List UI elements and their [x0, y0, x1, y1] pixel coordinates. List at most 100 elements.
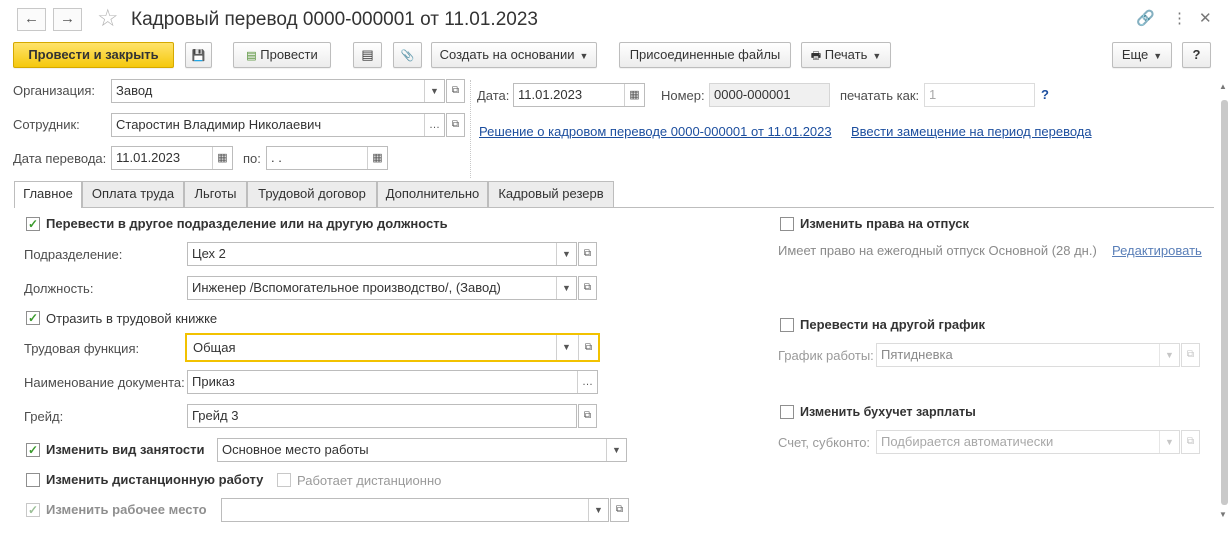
calendar-icon[interactable]: ▦: [367, 147, 387, 169]
select-ellipsis-button[interactable]: …: [577, 371, 597, 393]
account-field[interactable]: Подбирается автоматически ▼: [876, 430, 1180, 454]
chevron-down-icon[interactable]: ▼: [556, 243, 576, 265]
save-button[interactable]: 💾: [185, 42, 212, 68]
post-and-close-button[interactable]: Провести и закрыть: [13, 42, 174, 68]
chevron-down-icon[interactable]: ▼: [1159, 431, 1179, 453]
close-icon[interactable]: ✕: [1199, 10, 1212, 28]
workplace-check-label: Изменить рабочее место: [46, 502, 207, 517]
help-button[interactable]: ?: [1182, 42, 1211, 68]
open-position-button[interactable]: ⧉: [578, 276, 597, 300]
remote-checkbox[interactable]: [26, 473, 40, 487]
chevron-down-icon[interactable]: ▼: [556, 335, 576, 360]
post-button[interactable]: ▤ Провести: [233, 42, 331, 68]
edit-vacation-link[interactable]: Редактировать: [1112, 243, 1202, 258]
transfer-date-field[interactable]: 11.01.2023 ▦: [111, 146, 233, 170]
more-label: Еще: [1121, 47, 1149, 62]
chevron-down-icon[interactable]: ▼: [556, 277, 576, 299]
employment-checkbox[interactable]: ✓: [26, 443, 40, 457]
workplace-checkbox[interactable]: ✓: [26, 503, 40, 517]
employee-field[interactable]: Старостин Владимир Николаевич …: [111, 113, 445, 137]
transfer-check-label: Перевести в другое подразделение или на …: [46, 216, 448, 231]
create-based-on-button[interactable]: Создать на основании ▼: [431, 42, 597, 68]
transfer-checkbox[interactable]: ✓: [26, 217, 40, 231]
organization-value: Завод: [116, 83, 153, 98]
schedule-check-label: Перевести на другой график: [800, 317, 986, 332]
paperclip-icon: 📎: [400, 50, 415, 62]
employee-label: Сотрудник:: [13, 117, 80, 132]
labor-function-label: Трудовая функция:: [24, 341, 140, 356]
document-name-value: Приказ: [192, 374, 235, 389]
date-label: Дата:: [477, 88, 510, 103]
back-button[interactable]: ←: [17, 8, 46, 31]
more-vertical-icon[interactable]: ⋮: [1172, 10, 1187, 28]
open-labor-function-button[interactable]: ⧉: [578, 335, 598, 360]
accounting-checkbox[interactable]: [780, 405, 794, 419]
tab-main[interactable]: Главное: [14, 181, 82, 208]
tab-payment[interactable]: Оплата труда: [82, 181, 184, 207]
select-ellipsis-button[interactable]: …: [424, 114, 444, 136]
tab-benefits[interactable]: Льготы: [184, 181, 247, 207]
document-name-field[interactable]: Приказ …: [187, 370, 598, 394]
chevron-down-icon[interactable]: ▼: [606, 439, 626, 461]
tab-labor-contract[interactable]: Трудовой договор: [247, 181, 377, 207]
forward-button[interactable]: →: [53, 8, 82, 31]
open-grade-button[interactable]: ⧉: [578, 404, 597, 428]
scroll-up-arrow[interactable]: ▲: [1219, 82, 1227, 91]
tab-additional[interactable]: Дополнительно: [377, 181, 488, 207]
print-as-field[interactable]: 1: [924, 83, 1035, 107]
open-employee-button[interactable]: ⧉: [446, 113, 465, 137]
grade-label: Грейд:: [24, 409, 64, 424]
decision-link[interactable]: Решение о кадровом переводе 0000-000001 …: [479, 124, 832, 139]
position-label: Должность:: [24, 281, 94, 296]
substitute-link[interactable]: Ввести замещение на период перевода: [851, 124, 1092, 139]
number-field[interactable]: 0000-000001: [709, 83, 830, 107]
calendar-icon[interactable]: ▦: [624, 84, 644, 106]
create-based-on-label: Создать на основании: [439, 47, 575, 62]
open-department-button[interactable]: ⧉: [578, 242, 597, 266]
favorite-star-icon[interactable]: ☆: [97, 5, 119, 33]
workplace-field[interactable]: ▼: [221, 498, 609, 522]
print-as-help-button[interactable]: ?: [1041, 87, 1049, 102]
schedule-field[interactable]: Пятидневка ▼: [876, 343, 1180, 367]
print-button[interactable]: 🖶 Печать ▼: [801, 42, 891, 68]
workbook-checkbox[interactable]: ✓: [26, 311, 40, 325]
to-date-field[interactable]: . . ▦: [266, 146, 388, 170]
labor-function-value: Общая: [193, 340, 236, 355]
printer-icon: 🖶: [810, 50, 822, 62]
page-title: Кадровый перевод 0000-000001 от 11.01.20…: [131, 9, 538, 30]
post-icon: ▤: [246, 50, 257, 62]
print-as-value: 1: [929, 87, 937, 102]
chevron-down-icon[interactable]: ▼: [424, 80, 444, 102]
account-label: Счет, субконто:: [778, 435, 871, 450]
scrollbar-thumb[interactable]: [1221, 100, 1228, 505]
open-account-button[interactable]: ⧉: [1181, 430, 1200, 454]
list-button[interactable]: ▤: [353, 42, 382, 68]
account-value: Подбирается автоматически: [881, 434, 1054, 449]
more-button[interactable]: Еще ▼: [1112, 42, 1172, 68]
employment-type-field[interactable]: Основное место работы ▼: [217, 438, 627, 462]
tab-personnel-reserve[interactable]: Кадровый резерв: [488, 181, 614, 207]
schedule-checkbox[interactable]: [780, 318, 794, 332]
attach-button[interactable]: 📎: [393, 42, 422, 68]
link-icon[interactable]: 🔗: [1136, 10, 1155, 28]
open-organization-button[interactable]: ⧉: [446, 79, 465, 103]
labor-function-field[interactable]: Общая ▼ ⧉: [185, 333, 600, 362]
grade-value: Грейд 3: [192, 408, 239, 423]
organization-field[interactable]: Завод ▼: [111, 79, 445, 103]
position-field[interactable]: Инженер /Вспомогательное производство/, …: [187, 276, 577, 300]
date-field[interactable]: 11.01.2023 ▦: [513, 83, 645, 107]
list-icon: ▤: [361, 47, 374, 62]
calendar-icon[interactable]: ▦: [212, 147, 232, 169]
department-field[interactable]: Цех 2 ▼: [187, 242, 577, 266]
schedule-label: График работы:: [778, 348, 874, 363]
scroll-down-arrow[interactable]: ▼: [1219, 510, 1227, 519]
vacation-info-text: Имеет право на ежегодный отпуск Основной…: [778, 243, 1097, 258]
works-remotely-checkbox[interactable]: [277, 473, 291, 487]
open-workplace-button[interactable]: ⧉: [610, 498, 629, 522]
attached-files-button[interactable]: Присоединенные файлы: [619, 42, 791, 68]
vacation-rights-checkbox[interactable]: [780, 217, 794, 231]
grade-field[interactable]: Грейд 3: [187, 404, 577, 428]
open-schedule-button[interactable]: ⧉: [1181, 343, 1200, 367]
chevron-down-icon[interactable]: ▼: [1159, 344, 1179, 366]
chevron-down-icon[interactable]: ▼: [588, 499, 608, 521]
